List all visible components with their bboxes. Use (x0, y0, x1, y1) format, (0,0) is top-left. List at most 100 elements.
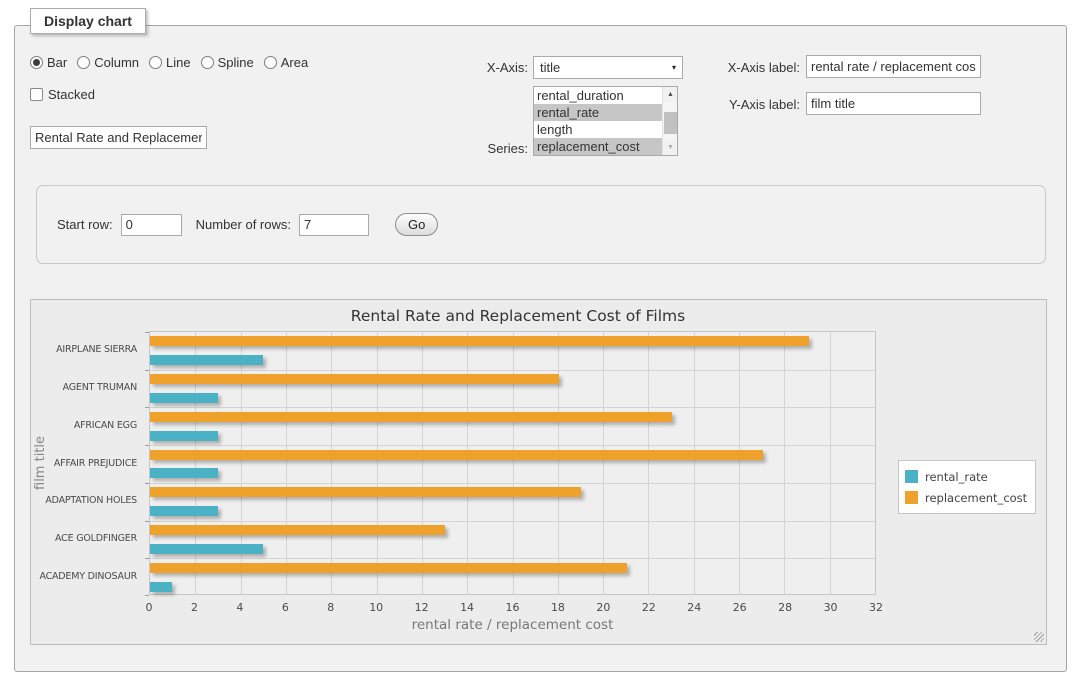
chart-title-input[interactable] (30, 126, 207, 149)
x-tick-label: 14 (460, 601, 474, 614)
xaxis-select-label: X-Axis: (435, 59, 528, 76)
x-tick-label: 18 (551, 601, 565, 614)
stacked-label: Stacked (48, 87, 95, 102)
stacked-checkbox-row[interactable]: Stacked (30, 87, 95, 102)
go-button[interactable]: Go (395, 213, 438, 236)
gridline (830, 332, 831, 594)
gridline (648, 332, 649, 594)
gridline (150, 521, 875, 522)
gridline (603, 332, 604, 594)
radio-icon[interactable] (77, 56, 90, 69)
x-tick-label: 6 (282, 601, 289, 614)
radio-icon[interactable] (201, 56, 214, 69)
chart-type-area[interactable]: Area (264, 55, 308, 70)
x-axis-tick-labels: 02468101214161820222426283032 (149, 601, 876, 615)
scrollbar-thumb[interactable] (664, 112, 677, 134)
chart-type-group: Bar Column Line Spline Area (30, 55, 308, 70)
xaxis-label-field-label: X-Axis label: (640, 59, 800, 76)
x-tick-label: 32 (869, 601, 883, 614)
x-tick-label: 12 (415, 601, 429, 614)
chart-legend: rental_ratereplacement_cost (898, 460, 1036, 514)
x-tick-label: 20 (596, 601, 610, 614)
y-tick-mark (145, 445, 149, 446)
bar-rental_rate (150, 355, 263, 365)
x-tick-label: 8 (327, 601, 334, 614)
series-label: Series: (435, 140, 528, 157)
chart-type-spline[interactable]: Spline (201, 55, 254, 70)
bar-rental_rate (150, 431, 218, 441)
y-tick-mark (145, 407, 149, 408)
start-row-label: Start row: (57, 217, 113, 232)
gridline (150, 407, 875, 408)
xaxis-label-input[interactable] (806, 55, 981, 78)
x-tick-label: 0 (146, 601, 153, 614)
x-tick-label: 26 (733, 601, 747, 614)
y-tick-mark (145, 521, 149, 522)
gridline (784, 332, 785, 594)
y-tick-mark (145, 558, 149, 559)
legend-swatch-rental_rate (905, 470, 918, 483)
gridline (241, 332, 242, 594)
chart-panel: Rental Rate and Replacement Cost of Film… (30, 299, 1047, 645)
number-of-rows-label: Number of rows: (196, 217, 291, 232)
category-label: AFFAIR PREJUDICE (31, 458, 137, 469)
x-tick-label: 16 (506, 601, 520, 614)
bar-rental_rate (150, 582, 172, 592)
gridline (286, 332, 287, 594)
gridline (150, 370, 875, 371)
radio-icon[interactable] (149, 56, 162, 69)
checkbox-icon[interactable] (30, 88, 43, 101)
bar-replacement_cost (150, 487, 581, 497)
radio-icon[interactable] (264, 56, 277, 69)
category-label: ACADEMY DINOSAUR (31, 571, 137, 582)
series-option[interactable]: replacement_cost (534, 138, 662, 155)
bar-rental_rate (150, 544, 263, 554)
bar-rental_rate (150, 468, 218, 478)
chart-type-bar[interactable]: Bar (30, 55, 67, 70)
category-label: AGENT TRUMAN (31, 382, 137, 393)
bar-rental_rate (150, 506, 218, 516)
gridline (150, 483, 875, 484)
bar-replacement_cost (150, 450, 763, 460)
x-tick-label: 4 (236, 601, 243, 614)
row-controls-panel: Start row: Number of rows: Go (36, 185, 1046, 264)
gridline (422, 332, 423, 594)
x-tick-label: 24 (687, 601, 701, 614)
x-tick-label: 2 (191, 601, 198, 614)
radio-label: Spline (218, 55, 254, 70)
resize-handle-icon[interactable] (1034, 632, 1044, 642)
radio-label: Column (94, 55, 139, 70)
legend-item: replacement_cost (905, 487, 1027, 508)
x-axis-title: rental rate / replacement cost (149, 617, 876, 633)
radio-label: Bar (47, 55, 67, 70)
scroll-down-icon[interactable]: ▼ (663, 140, 678, 155)
y-tick-mark (145, 332, 149, 333)
gridline (467, 332, 468, 594)
fieldset-legend: Display chart (30, 8, 146, 34)
display-chart-fieldset: Display chart BarColumnLineSplineArea St… (14, 25, 1067, 672)
y-tick-mark (145, 370, 149, 371)
number-of-rows-input[interactable] (299, 214, 369, 236)
gridline (150, 445, 875, 446)
legend-item: rental_rate (905, 466, 1027, 487)
chart-type-column[interactable]: Column (77, 55, 139, 70)
y-axis-category-labels: AIRPLANE SIERRAAGENT TRUMANAFRICAN EGGAF… (31, 331, 143, 595)
chart-type-line[interactable]: Line (149, 55, 191, 70)
legend-swatch-replacement_cost (905, 491, 918, 504)
bar-replacement_cost (150, 563, 627, 573)
plot-area (149, 331, 876, 595)
yaxis-label-field-label: Y-Axis label: (640, 96, 800, 113)
category-label: ACE GOLDFINGER (31, 533, 137, 544)
gridline (331, 332, 332, 594)
series-option[interactable]: length (534, 121, 662, 138)
bar-replacement_cost (150, 336, 809, 346)
gridline (513, 332, 514, 594)
radio-icon[interactable] (30, 56, 43, 69)
x-tick-label: 10 (369, 601, 383, 614)
yaxis-label-input[interactable] (806, 92, 981, 115)
radio-label: Line (166, 55, 191, 70)
chart-title: Rental Rate and Replacement Cost of Film… (31, 307, 1005, 325)
start-row-input[interactable] (121, 214, 182, 236)
bar-replacement_cost (150, 374, 559, 384)
radio-label: Area (281, 55, 308, 70)
